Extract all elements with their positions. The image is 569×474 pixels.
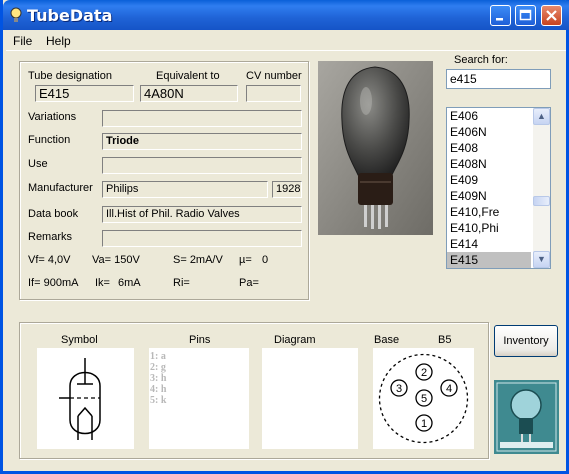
pin-entry: 3: h [150, 373, 167, 384]
base-pin-number: 3 [396, 383, 402, 395]
function-field[interactable]: Triode [102, 133, 302, 150]
lightbulb-icon [10, 7, 22, 22]
close-icon [546, 10, 557, 21]
list-item[interactable]: E406N [447, 124, 531, 140]
symbol-label: Symbol [61, 334, 98, 346]
list-item[interactable]: E410,Phi [447, 220, 531, 236]
close-button[interactable] [541, 5, 562, 26]
base-panel: 1 2 3 4 5 [373, 348, 474, 449]
manufacturer-label: Manufacturer [28, 182, 93, 194]
window-title: TubeData [27, 6, 113, 25]
base-pin-number: 5 [421, 393, 427, 405]
base-type: B5 [438, 334, 452, 346]
param-mu-value: 0 [262, 254, 269, 266]
minimize-button[interactable] [490, 5, 511, 26]
variations-field[interactable] [102, 110, 302, 127]
databook-field[interactable]: Ill.Hist of Phil. Radio Valves [102, 206, 302, 223]
menu-help[interactable]: Help [46, 34, 71, 48]
maximize-icon [519, 9, 532, 21]
base-diagram: 1 2 3 4 5 [378, 353, 469, 444]
logo-image [494, 380, 559, 454]
pin-entry: 5: k [150, 395, 167, 406]
scroll-up-icon: ▲ [537, 111, 546, 121]
symbol-panel [37, 348, 134, 449]
tube-list-scrollbar[interactable]: ▲ ▼ [533, 108, 550, 268]
equivalent-label: Equivalent to [156, 70, 220, 82]
param-ik-value: 6mA [118, 277, 141, 289]
list-item[interactable]: E409N [447, 188, 531, 204]
param-mu: µ= [239, 254, 252, 266]
triode-symbol-icon [59, 358, 101, 440]
param-if: If= 900mA [28, 277, 79, 289]
list-item[interactable]: E409 [447, 172, 531, 188]
param-ri: Ri= [173, 277, 190, 289]
title-bar[interactable]: TubeData [3, 0, 569, 30]
manufacturer-field[interactable]: Philips [102, 181, 268, 198]
base-label: Base [374, 334, 400, 346]
minimize-icon [496, 18, 503, 21]
list-item[interactable]: E408 [447, 140, 531, 156]
remarks-label: Remarks [28, 231, 73, 243]
pins-list: 1: a 2: g 3: h 4: h 5: k [150, 351, 249, 406]
diagram-panel [262, 348, 358, 449]
cv-number-label: CV number [246, 70, 302, 82]
scroll-down-icon: ▼ [537, 254, 546, 264]
remarks-field[interactable] [102, 230, 302, 247]
base-pin-number: 1 [421, 418, 427, 430]
tube-designation-field[interactable]: E415 [35, 85, 134, 102]
tube-photo [318, 61, 433, 235]
scroll-down-button[interactable]: ▼ [533, 251, 550, 268]
inventory-button[interactable]: Inventory [494, 325, 558, 357]
function-label: Function [28, 134, 71, 146]
pins-panel: 1: a 2: g 3: h 4: h 5: k [149, 348, 249, 449]
diagram-label: Diagram [274, 334, 316, 346]
cv-number-field[interactable] [246, 85, 301, 102]
param-s: S= 2mA/V [173, 254, 223, 266]
list-item[interactable]: E414 [447, 236, 531, 252]
param-vf: Vf= 4,0V [28, 254, 71, 266]
list-item[interactable]: E410,Fre [447, 204, 531, 220]
scroll-up-button[interactable]: ▲ [533, 108, 550, 125]
logo-drawing [494, 380, 559, 454]
equivalent-field[interactable]: 4A80N [140, 85, 238, 102]
menu-file[interactable]: File [13, 34, 32, 48]
pin-entry: 2: g [150, 362, 166, 373]
search-input[interactable] [446, 69, 551, 89]
list-item[interactable]: E415 [447, 252, 531, 268]
tube-photo-drawing [318, 61, 433, 235]
use-field[interactable] [102, 157, 302, 174]
pin-entry: 4: h [150, 384, 167, 395]
databook-label: Data book [28, 208, 79, 220]
param-ik: Ik= [95, 277, 110, 289]
tube-designation-label: Tube designation [28, 70, 112, 82]
base-pin-number: 2 [421, 367, 427, 379]
main-window: TubeData File Help Tube designation Equi… [0, 0, 569, 474]
menu-bar: File Help [6, 30, 566, 51]
scroll-thumb[interactable] [533, 196, 550, 206]
base-pin-number: 4 [446, 383, 452, 395]
use-label: Use [28, 158, 48, 170]
list-item[interactable]: E408N [447, 156, 531, 172]
param-pa: Pa= [239, 277, 259, 289]
maximize-button[interactable] [515, 5, 536, 26]
year-field[interactable]: 1928 [272, 181, 302, 198]
list-item[interactable]: E406 [447, 108, 531, 124]
pins-label: Pins [189, 334, 211, 346]
variations-label: Variations [28, 111, 77, 123]
search-label: Search for: [454, 54, 508, 66]
param-va: Va= 150V [92, 254, 140, 266]
tube-list[interactable]: E406 E406N E408 E408N E409 E409N E410,Fre E410,… [446, 107, 551, 269]
pin-entry: 1: a [150, 351, 166, 362]
